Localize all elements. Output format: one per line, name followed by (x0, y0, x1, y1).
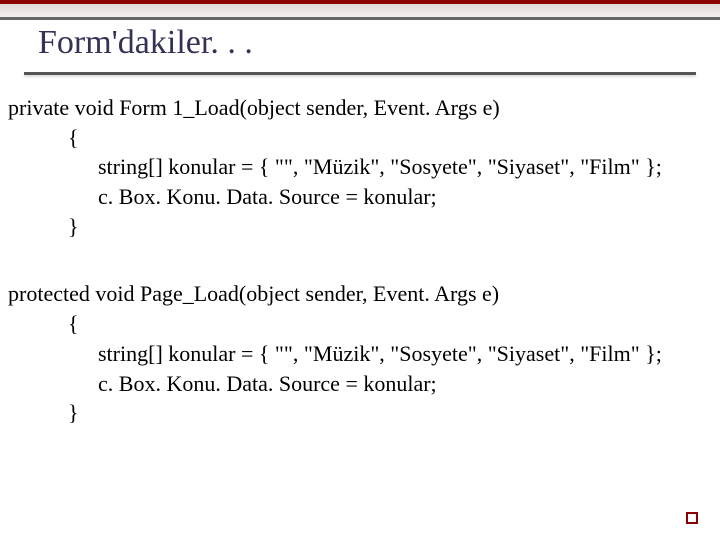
code-line: } (8, 212, 712, 242)
slide-title: Form'dakiler. . . (0, 20, 720, 72)
code-line: { (8, 123, 712, 153)
code-line: c. Box. Konu. Data. Source = konular; (8, 182, 712, 212)
content-area: private void Form 1_Load(object sender, … (0, 75, 720, 428)
code-block-form-load: private void Form 1_Load(object sender, … (8, 93, 712, 241)
code-line: } (8, 398, 712, 428)
code-block-page-load: protected void Page_Load(object sender, … (8, 279, 712, 427)
code-line: protected void Page_Load(object sender, … (8, 279, 712, 309)
code-line: private void Form 1_Load(object sender, … (8, 93, 712, 123)
footer-square-icon (686, 512, 698, 524)
code-line: string[] konular = { "", "Müzik", "Sosye… (8, 152, 712, 182)
header-shadow-bar (0, 4, 720, 20)
code-line: { (8, 309, 712, 339)
code-line: c. Box. Konu. Data. Source = konular; (8, 369, 712, 399)
code-line: string[] konular = { "", "Müzik", "Sosye… (8, 339, 712, 369)
